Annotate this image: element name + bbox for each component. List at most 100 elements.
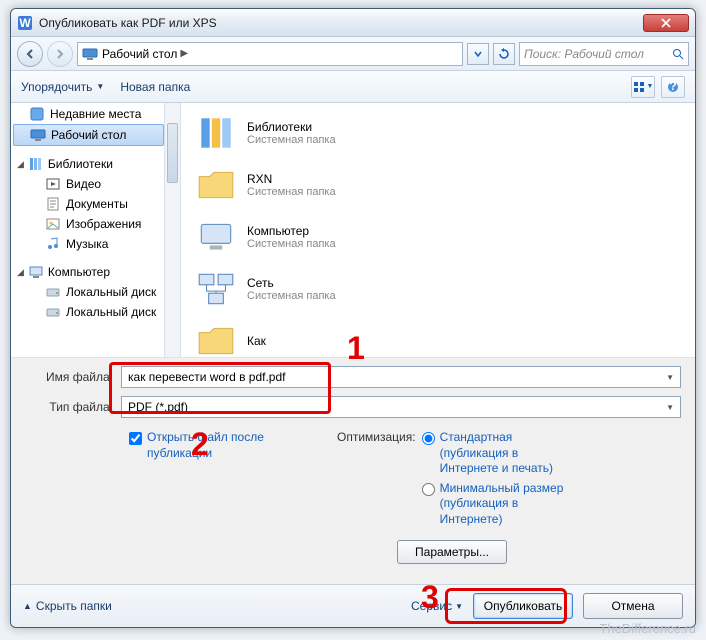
titlebar: W Опубликовать как PDF или XPS bbox=[11, 9, 695, 37]
chevron-up-icon: ▲ bbox=[23, 601, 32, 611]
search-icon bbox=[672, 48, 684, 60]
chevron-down-icon: ▼ bbox=[96, 82, 104, 91]
nav-dropdown-button[interactable] bbox=[467, 43, 489, 65]
tools-button[interactable]: Сервис ▼ bbox=[411, 599, 463, 613]
item-name: Сеть bbox=[247, 276, 336, 290]
search-placeholder: Поиск: Рабочий стол bbox=[524, 47, 644, 61]
hide-folders-label: Скрыть папки bbox=[36, 599, 112, 613]
close-button[interactable] bbox=[643, 14, 689, 32]
address-bar[interactable]: Рабочий стол ▶ bbox=[77, 42, 463, 66]
toolbar: Упорядочить ▼ Новая папка ▼ ? bbox=[11, 71, 695, 103]
collapse-icon: ◢ bbox=[17, 267, 24, 278]
chevron-down-icon: ▼ bbox=[666, 403, 674, 412]
optimization-label: Оптимизация: bbox=[337, 430, 416, 530]
images-icon bbox=[45, 216, 61, 232]
sidebar-item-label: Видео bbox=[66, 177, 101, 191]
breadcrumb-item[interactable]: Рабочий стол ▶ bbox=[102, 47, 188, 61]
computer-icon bbox=[195, 217, 237, 257]
scrollbar-thumb[interactable] bbox=[167, 123, 178, 183]
sidebar-item-documents[interactable]: Документы bbox=[11, 194, 180, 214]
sidebar-group-computer[interactable]: ◢ Компьютер bbox=[11, 260, 180, 282]
desktop-icon bbox=[82, 46, 98, 62]
opt-standard-radio[interactable]: Стандартная (публикация в Интернете и пе… bbox=[422, 430, 567, 477]
list-item[interactable]: КомпьютерСистемная папка bbox=[191, 213, 695, 261]
sidebar-item-desktop[interactable]: Рабочий стол bbox=[13, 124, 164, 146]
file-list[interactable]: БиблиотекиСистемная папка RXNСистемная п… bbox=[181, 103, 695, 357]
item-subtitle: Системная папка bbox=[247, 186, 336, 198]
list-item[interactable]: Как bbox=[191, 317, 695, 357]
search-input[interactable]: Поиск: Рабочий стол bbox=[519, 42, 689, 66]
sidebar: Недавние места Рабочий стол ◢ Библиотеки… bbox=[11, 103, 181, 357]
footer: ▲ Скрыть папки Сервис ▼ Опубликовать Отм… bbox=[11, 584, 695, 628]
radio-input[interactable] bbox=[422, 483, 435, 496]
item-name: Как bbox=[247, 334, 266, 348]
view-button[interactable]: ▼ bbox=[631, 76, 655, 98]
sidebar-item-label: Недавние места bbox=[50, 107, 141, 121]
refresh-button[interactable] bbox=[493, 43, 515, 65]
watermark: TheDifference.ru bbox=[599, 621, 696, 636]
filetype-select[interactable]: PDF (*.pdf) ▼ bbox=[121, 396, 681, 418]
filename-input[interactable]: как перевести word в pdf.pdf ▼ bbox=[121, 366, 681, 388]
sidebar-item-video[interactable]: Видео bbox=[11, 174, 180, 194]
disk-icon bbox=[45, 304, 61, 320]
cancel-label: Отмена bbox=[611, 599, 654, 613]
disk-icon bbox=[45, 284, 61, 300]
parameters-button[interactable]: Параметры... bbox=[397, 540, 507, 564]
organize-label: Упорядочить bbox=[21, 80, 92, 94]
item-subtitle: Системная папка bbox=[247, 290, 336, 302]
svg-text:W: W bbox=[19, 16, 31, 30]
svg-text:?: ? bbox=[669, 81, 676, 93]
opt-standard-label: Стандартная (публикация в Интернете и пе… bbox=[440, 430, 567, 477]
sidebar-group-label: Компьютер bbox=[48, 265, 110, 279]
sidebar-item-disk2[interactable]: Локальный диск bbox=[11, 302, 180, 322]
filetype-value: PDF (*.pdf) bbox=[128, 400, 188, 414]
radio-input[interactable] bbox=[422, 432, 435, 445]
chevron-down-icon: ▼ bbox=[455, 602, 463, 611]
sidebar-scrollbar[interactable] bbox=[164, 103, 180, 357]
cancel-button[interactable]: Отмена bbox=[583, 593, 683, 619]
nav-forward-button[interactable] bbox=[47, 41, 73, 67]
item-subtitle: Системная папка bbox=[247, 238, 336, 250]
sidebar-item-music[interactable]: Музыка bbox=[11, 234, 180, 254]
form-area: Имя файла: как перевести word в pdf.pdf … bbox=[11, 357, 695, 584]
open-after-checkbox[interactable]: Открыть файл после публикации bbox=[129, 430, 297, 461]
video-icon bbox=[45, 176, 61, 192]
hide-folders-button[interactable]: ▲ Скрыть папки bbox=[23, 599, 112, 613]
sidebar-item-label: Документы bbox=[66, 197, 128, 211]
computer-icon bbox=[28, 264, 44, 280]
item-name: RXN bbox=[247, 172, 336, 186]
new-folder-button[interactable]: Новая папка bbox=[120, 80, 190, 94]
list-item[interactable]: СетьСистемная папка bbox=[191, 265, 695, 313]
sidebar-item-label: Рабочий стол bbox=[51, 128, 126, 142]
tools-label: Сервис bbox=[411, 599, 452, 613]
help-button[interactable]: ? bbox=[661, 76, 685, 98]
sidebar-item-label: Изображения bbox=[66, 217, 141, 231]
sidebar-item-label: Музыка bbox=[66, 237, 108, 251]
chevron-down-icon: ▼ bbox=[666, 373, 674, 382]
network-icon bbox=[195, 269, 237, 309]
libraries-icon bbox=[195, 113, 237, 153]
nav-back-button[interactable] bbox=[17, 41, 43, 67]
sidebar-item-disk1[interactable]: Локальный диск bbox=[11, 282, 180, 302]
sidebar-item-recent[interactable]: Недавние места bbox=[11, 104, 180, 124]
filename-value: как перевести word в pdf.pdf bbox=[128, 370, 286, 384]
checkbox-input[interactable] bbox=[129, 432, 142, 445]
opt-min-label: Минимальный размер (публикация в Интерне… bbox=[440, 481, 567, 528]
breadcrumb-label: Рабочий стол bbox=[102, 47, 177, 61]
collapse-icon: ◢ bbox=[17, 159, 24, 170]
documents-icon bbox=[45, 196, 61, 212]
open-after-label: Открыть файл после публикации bbox=[147, 430, 297, 461]
navbar: Рабочий стол ▶ Поиск: Рабочий стол bbox=[11, 37, 695, 71]
sidebar-item-images[interactable]: Изображения bbox=[11, 214, 180, 234]
dialog-window: W Опубликовать как PDF или XPS Рабочий с… bbox=[10, 8, 696, 628]
filetype-label: Тип файла: bbox=[25, 400, 121, 414]
opt-min-radio[interactable]: Минимальный размер (публикация в Интерне… bbox=[422, 481, 567, 528]
filename-label: Имя файла: bbox=[25, 370, 121, 384]
publish-button[interactable]: Опубликовать bbox=[473, 593, 573, 619]
publish-label: Опубликовать bbox=[484, 599, 562, 613]
parameters-label: Параметры... bbox=[415, 545, 489, 559]
sidebar-group-libraries[interactable]: ◢ Библиотеки bbox=[11, 152, 180, 174]
organize-button[interactable]: Упорядочить ▼ bbox=[21, 80, 104, 94]
list-item[interactable]: RXNСистемная папка bbox=[191, 161, 695, 209]
list-item[interactable]: БиблиотекиСистемная папка bbox=[191, 109, 695, 157]
